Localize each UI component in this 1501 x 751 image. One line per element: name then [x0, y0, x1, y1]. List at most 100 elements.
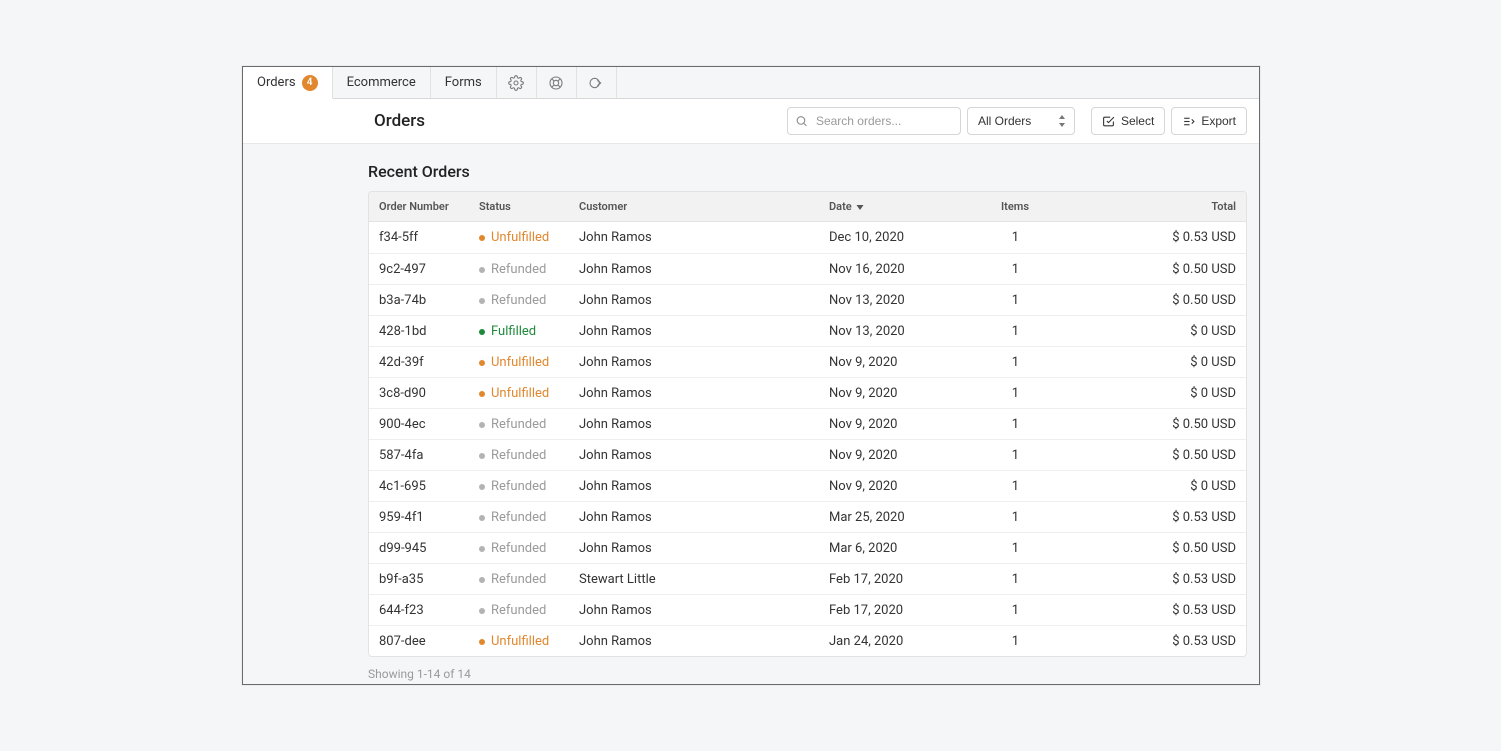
status-label: Unfulfilled: [491, 386, 549, 401]
table-row[interactable]: 587-4faRefundedJohn RamosNov 9, 20201$ 0…: [369, 439, 1246, 470]
cell-status: Refunded: [469, 471, 569, 502]
cell-status: Refunded: [469, 533, 569, 564]
col-customer[interactable]: Customer: [569, 192, 819, 221]
cell-customer: John Ramos: [569, 595, 819, 626]
status-label: Refunded: [491, 262, 546, 277]
col-status[interactable]: Status: [469, 192, 569, 221]
status-label: Refunded: [491, 293, 546, 308]
status-dot-icon: [479, 360, 485, 366]
cell-total: $ 0.50 USD: [1039, 533, 1246, 564]
status-dot-icon: [479, 329, 485, 335]
cell-status: Refunded: [469, 440, 569, 471]
publish-icon: [588, 75, 604, 91]
cell-customer: John Ramos: [569, 626, 819, 657]
tab-publish-icon[interactable]: [577, 67, 617, 98]
status-dot-icon: [479, 298, 485, 304]
cell-total: $ 0 USD: [1039, 316, 1246, 347]
select-button[interactable]: Select: [1091, 107, 1165, 135]
cell-total: $ 0.53 USD: [1039, 222, 1246, 253]
cell-status: Unfulfilled: [469, 347, 569, 378]
search-input[interactable]: [787, 107, 961, 135]
cell-customer: John Ramos: [569, 254, 819, 285]
cell-date: Nov 9, 2020: [819, 409, 959, 440]
lifebuoy-icon: [548, 75, 564, 91]
cell-order-number: 644-f23: [369, 595, 469, 626]
col-date[interactable]: Date: [819, 192, 959, 221]
table-row[interactable]: 3c8-d90UnfulfilledJohn RamosNov 9, 20201…: [369, 377, 1246, 408]
table-row[interactable]: 900-4ecRefundedJohn RamosNov 9, 20201$ 0…: [369, 408, 1246, 439]
cell-total: $ 0.50 USD: [1039, 285, 1246, 316]
tab-orders[interactable]: Orders 4: [243, 67, 333, 99]
table-row[interactable]: f34-5ff Unfulfilled John RamosDec 10, 2020…: [369, 222, 1246, 253]
status-label: Unfulfilled: [491, 230, 549, 245]
status-label: Refunded: [491, 541, 546, 556]
status-dot-icon: [479, 639, 485, 645]
cell-date: Nov 13, 2020: [819, 285, 959, 316]
table-body: f34-5ffUnfulfilledJohn RamosDec 10, 2020…: [369, 222, 1246, 656]
table-header: Order Number Status Customer Date Items …: [369, 192, 1246, 222]
cell-total: $ 0 USD: [1039, 347, 1246, 378]
cell-items: 1: [959, 502, 1039, 533]
status-dot-icon: [479, 391, 485, 397]
cell-date: Mar 6, 2020: [819, 533, 959, 564]
table-row[interactable]: b9f-a35RefundedStewart LittleFeb 17, 202…: [369, 563, 1246, 594]
cell-date: Mar 25, 2020: [819, 502, 959, 533]
page-title: Orders: [374, 111, 425, 131]
table-row[interactable]: 644-f23RefundedJohn RamosFeb 17, 20201$ …: [369, 594, 1246, 625]
status-label: Refunded: [491, 603, 546, 618]
cell-order-number: 9c2-497: [369, 254, 469, 285]
cell-items: 1: [959, 254, 1039, 285]
cell-order-number: 587-4fa: [369, 440, 469, 471]
tab-help-icon[interactable]: [537, 67, 577, 98]
status-dot-icon: [479, 422, 485, 428]
cell-date: Feb 17, 2020: [819, 595, 959, 626]
cell-items: 1: [959, 347, 1039, 378]
cell-status: Refunded: [469, 409, 569, 440]
status-dot-icon: [479, 453, 485, 459]
cell-items: 1: [959, 409, 1039, 440]
export-icon: [1182, 115, 1195, 128]
cell-customer: John Ramos: [569, 378, 819, 409]
table-row[interactable]: 9c2-497RefundedJohn RamosNov 16, 20201$ …: [369, 253, 1246, 284]
cell-customer: John Ramos: [569, 222, 819, 253]
cell-date: Dec 10, 2020: [819, 222, 959, 253]
cell-status: Refunded: [469, 254, 569, 285]
table-row[interactable]: 4c1-695RefundedJohn RamosNov 9, 20201$ 0…: [369, 470, 1246, 501]
cell-total: $ 0.50 USD: [1039, 254, 1246, 285]
cell-order-number: 3c8-d90: [369, 378, 469, 409]
cell-customer: John Ramos: [569, 316, 819, 347]
export-button[interactable]: Export: [1171, 107, 1247, 135]
cell-date: Nov 9, 2020: [819, 471, 959, 502]
cell-total: $ 0 USD: [1039, 378, 1246, 409]
search-wrap: [787, 107, 961, 135]
cell-date: Nov 9, 2020: [819, 440, 959, 471]
status-label: Refunded: [491, 572, 546, 587]
col-order-number[interactable]: Order Number: [369, 192, 469, 221]
cell-status: Refunded: [469, 502, 569, 533]
table-row[interactable]: 807-deeUnfulfilledJohn RamosJan 24, 2020…: [369, 625, 1246, 656]
status-label: Fulfilled: [491, 324, 536, 339]
status-label: Refunded: [491, 448, 546, 463]
cell-total: $ 0.53 USD: [1039, 564, 1246, 595]
cell-order-number: f34-5ff: [369, 222, 469, 253]
status-dot-icon: [479, 484, 485, 490]
cell-items: 1: [959, 626, 1039, 657]
table-row[interactable]: 42d-39fUnfulfilledJohn RamosNov 9, 20201…: [369, 346, 1246, 377]
tabs-bar: Orders 4 Ecommerce Forms: [243, 67, 1259, 99]
col-date-label: Date: [829, 200, 852, 213]
col-items[interactable]: Items: [959, 192, 1039, 221]
cell-customer: John Ramos: [569, 533, 819, 564]
tab-settings-icon[interactable]: [497, 67, 537, 98]
tab-forms[interactable]: Forms: [431, 67, 497, 98]
cell-order-number: b3a-74b: [369, 285, 469, 316]
status-dot-icon: [479, 577, 485, 583]
tab-ecommerce[interactable]: Ecommerce: [333, 67, 431, 98]
cell-order-number: 4c1-695: [369, 471, 469, 502]
cell-status: Refunded: [469, 564, 569, 595]
filter-select[interactable]: All Orders: [967, 107, 1075, 135]
table-row[interactable]: 959-4f1RefundedJohn RamosMar 25, 20201$ …: [369, 501, 1246, 532]
table-row[interactable]: b3a-74bRefundedJohn RamosNov 13, 20201$ …: [369, 284, 1246, 315]
col-total[interactable]: Total: [1039, 192, 1246, 221]
table-row[interactable]: 428-1bdFulfilledJohn RamosNov 13, 20201$…: [369, 315, 1246, 346]
table-row[interactable]: d99-945RefundedJohn RamosMar 6, 20201$ 0…: [369, 532, 1246, 563]
